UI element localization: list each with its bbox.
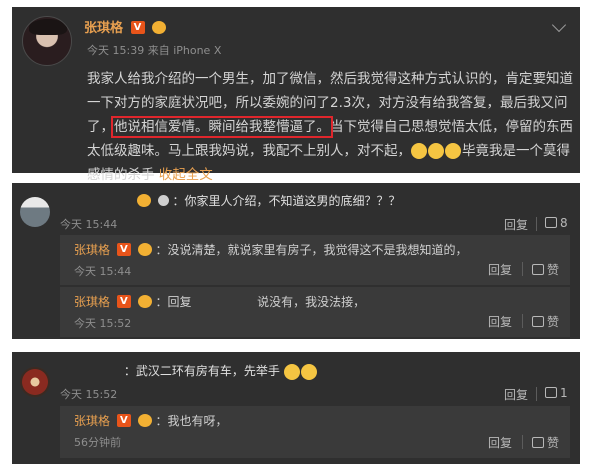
thumbs-up-icon	[532, 264, 544, 275]
vip-badge-icon	[137, 295, 152, 308]
reply-button[interactable]: 回复	[504, 386, 528, 403]
reply-author[interactable]: 张琪格	[74, 243, 110, 257]
divider	[522, 435, 523, 449]
vip-badge-icon	[137, 243, 152, 256]
reply-button[interactable]: 回复	[504, 216, 528, 233]
comment-card: ：你家里人介绍，不知道这男的底细？？？ 今天 15:44 回复 8 张琪格 V …	[12, 183, 580, 339]
weibo-post-card: 张琪格 V 今天 15:39 来自 iPhone X 我家人给我介绍的一个男生，…	[12, 7, 580, 183]
like-label: 赞	[547, 315, 560, 329]
sub-reply: 张琪格 V ：回复 说没有，我没法接， 今天 15:52 回复 赞	[60, 287, 570, 337]
reply-text: ：我也有呀，	[155, 414, 228, 428]
author-avatar[interactable]	[22, 16, 72, 66]
reply-text-post: 说没有，我没法接，	[257, 295, 366, 309]
sub-reply-line: 张琪格 V ：回复 说没有，我没法接，	[74, 293, 365, 310]
divider	[522, 314, 523, 328]
comment-text: ：武汉二环有房有车，先举手	[123, 364, 280, 378]
reply-author[interactable]: 张琪格	[74, 414, 110, 428]
like-label: 赞	[547, 436, 560, 450]
sub-reply: 张琪格 V ：我也有呀， 56分钟前 回复 赞	[60, 406, 570, 458]
thumbs-up-icon	[545, 387, 557, 398]
sub-reply-line: 张琪格 V ：没说清楚，就说家里有房子，我觉得这不是我想知道的，	[74, 241, 468, 258]
like-button[interactable]: 赞	[532, 261, 559, 278]
reply-button[interactable]: 回复	[488, 261, 512, 278]
verified-badge-icon: V	[130, 21, 145, 34]
like-count: 8	[560, 216, 568, 230]
thumbs-up-icon	[532, 316, 544, 327]
level-badge-icon	[157, 195, 169, 206]
verified-badge-icon: V	[116, 243, 131, 256]
like-button[interactable]: 8	[545, 216, 568, 230]
like-count: 1	[560, 386, 568, 400]
post-text-highlight: 他说相信爱情。瞬间给我整懵逼了。	[111, 116, 333, 138]
reply-text: ：没说清楚，就说家里有房子，我觉得这不是我想知道的，	[155, 243, 468, 257]
divider	[522, 262, 523, 276]
reply-time: 今天 15:44	[74, 265, 132, 278]
author-name[interactable]: 张琪格	[84, 21, 123, 36]
reply-button[interactable]: 回复	[488, 434, 512, 451]
reply-text-pre: ：回复	[155, 295, 192, 309]
emoji-icon	[411, 143, 427, 159]
comment-time: 今天 15:52	[60, 388, 118, 401]
vip-badge-icon	[136, 194, 151, 207]
reply-time: 今天 15:52	[74, 317, 132, 330]
reply-time: 56分钟前	[74, 436, 121, 449]
emoji-icon	[300, 363, 317, 380]
comment-time: 今天 15:44	[60, 218, 118, 231]
comment-line: ：你家里人介绍，不知道这男的底细？？？	[60, 192, 401, 209]
comment-card: ：武汉二环有房有车，先举手 今天 15:52 回复 1 张琪格 V ：我也有呀，…	[12, 352, 580, 464]
author-name-row[interactable]: 张琪格 V	[84, 17, 167, 36]
post-body: 我家人给我介绍的一个男生，加了微信，然后我觉得这种方式认识的，肯定要知道一下对方…	[87, 67, 573, 187]
vip-badge-icon	[152, 21, 167, 34]
vip-badge-icon	[137, 414, 152, 427]
post-meta: 今天 15:39 来自 iPhone X	[87, 44, 222, 57]
divider	[536, 217, 537, 231]
sub-reply-line: 张琪格 V ：我也有呀，	[74, 412, 228, 429]
commenter-avatar[interactable]	[20, 367, 50, 397]
reply-button[interactable]: 回复	[488, 313, 512, 330]
reply-author[interactable]: 张琪格	[74, 295, 110, 309]
like-label: 赞	[547, 263, 560, 277]
like-button[interactable]: 赞	[532, 434, 559, 451]
commenter-avatar[interactable]	[20, 197, 50, 227]
divider	[536, 387, 537, 401]
collapse-link[interactable]: 收起全文	[159, 167, 213, 183]
verified-badge-icon: V	[116, 414, 131, 427]
verified-badge-icon: V	[116, 295, 131, 308]
sub-reply: 张琪格 V ：没说清楚，就说家里有房子，我觉得这不是我想知道的， 今天 15:4…	[60, 235, 570, 285]
emoji-icon	[445, 143, 461, 159]
comment-text: ：你家里人介绍，不知道这男的底细？？？	[172, 194, 401, 208]
like-button[interactable]: 1	[545, 386, 568, 400]
emoji-icon	[428, 143, 444, 159]
chevron-down-icon[interactable]	[551, 17, 567, 33]
thumbs-up-icon	[532, 437, 544, 448]
comment-line: ：武汉二环有房有车，先举手	[60, 362, 318, 380]
thumbs-up-icon	[545, 217, 557, 228]
like-button[interactable]: 赞	[532, 313, 559, 330]
emoji-icon	[283, 363, 300, 380]
